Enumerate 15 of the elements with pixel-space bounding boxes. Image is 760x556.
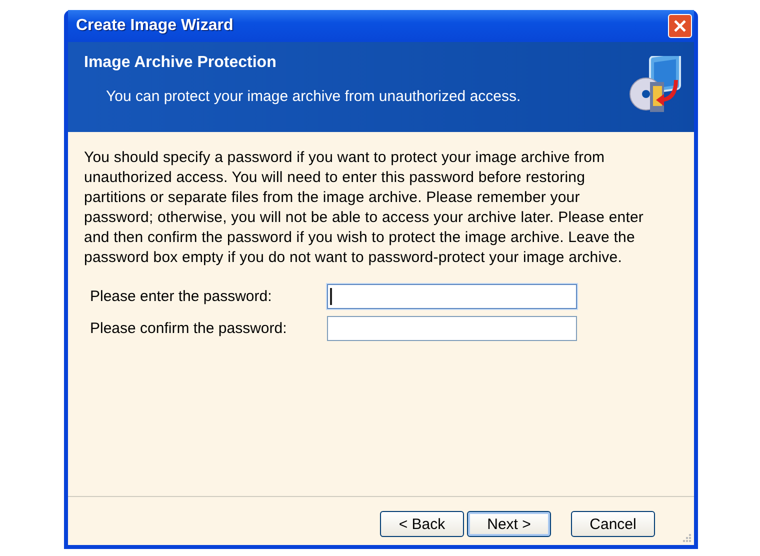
page-title: Image Archive Protection: [84, 54, 278, 72]
page-subtitle: You can protect your image archive from unauthorized access.: [106, 88, 521, 105]
password-field[interactable]: [327, 316, 577, 341]
close-icon: [673, 19, 687, 33]
password-field[interactable]: [327, 284, 577, 309]
next-button[interactable]: Next >: [467, 511, 551, 537]
back-button[interactable]: < Back: [380, 511, 464, 537]
field-label: Please enter the password:: [90, 288, 273, 305]
field-label: Please confirm the password:: [90, 320, 288, 337]
text-cursor-icon: [330, 288, 332, 305]
window-title: Create Image Wizard: [76, 17, 234, 35]
resize-grip-icon: [682, 533, 692, 543]
description-text: You should specify a password if you want to protect your image archive from unauthorized access. You will need to enter this password before restoring partitions or separate files from the image archive. Please remember your password; otherwise, you will not be able to access your archive later. Please enter and then confirm the password if you wish to protect the image archive. Leave the password box empty if you do not want to password-protect your image archive.: [84, 148, 644, 268]
close-button[interactable]: [668, 14, 692, 38]
cancel-button[interactable]: Cancel: [571, 511, 655, 537]
